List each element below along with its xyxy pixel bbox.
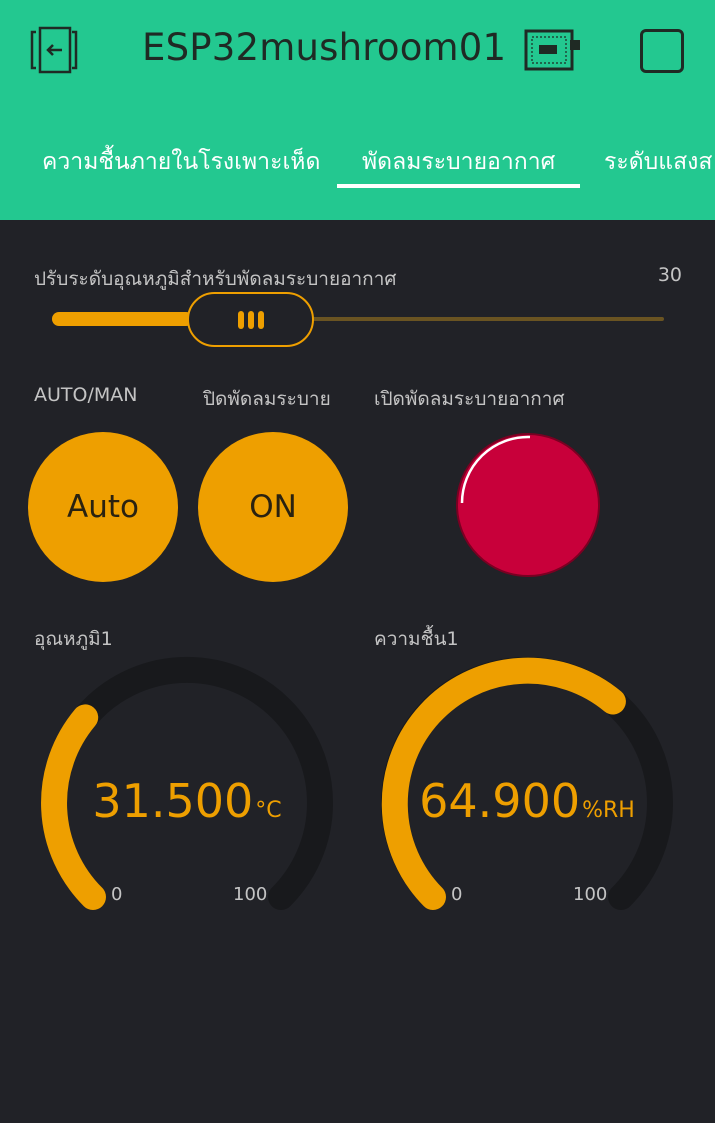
gauge-value: 31.500°C [92, 774, 282, 828]
gauge-value: 64.900%RH [419, 774, 635, 828]
humidity-gauge-label: ความชื้น1 [374, 628, 459, 650]
tab-ventilation-fan[interactable]: พัดลมระบายอากาศ [362, 144, 555, 180]
humidity-gauge: 64.900%RH 0 100 [377, 656, 677, 916]
gauge-min: 0 [111, 884, 123, 905]
temperature-gauge-label: อุณหภูมิ1 [34, 628, 113, 650]
led-label: เปิดพัดลมระบายอากาศ [374, 388, 565, 410]
temperature-slider[interactable] [52, 312, 664, 326]
square-icon[interactable] [640, 29, 684, 73]
active-tab-indicator [337, 184, 580, 188]
fan-off-button[interactable]: ON [198, 432, 348, 582]
fan-off-label: ปิดพัดลมระบาย [203, 388, 331, 410]
slider-value: 30 [657, 264, 682, 286]
auto-man-label: AUTO/MAN [34, 384, 138, 406]
exit-icon [30, 26, 78, 74]
auto-man-button[interactable]: Auto [28, 432, 178, 582]
slider-handle[interactable] [187, 292, 314, 347]
grip-icon [237, 310, 244, 329]
gauge-max: 100 [233, 884, 268, 905]
gauge-min: 0 [451, 884, 463, 905]
grip-icon [247, 310, 254, 329]
tab-humidity[interactable]: ความชื้นภายในโรงเพาะเห็ด [42, 144, 320, 180]
device-button[interactable] [522, 28, 582, 74]
tab-bar: ความชื้นภายในโรงเพาะเห็ด พัดลมระบายอากาศ… [0, 130, 715, 200]
slider-label: ปรับระดับอุณหภูมิสำหรับพัดลมระบายอากาศ [34, 268, 397, 290]
temperature-gauge: 31.500°C 0 100 [37, 656, 337, 916]
device-icon [524, 29, 580, 71]
slider-fill [52, 312, 193, 326]
grip-icon [257, 310, 264, 329]
exit-button[interactable] [28, 26, 80, 76]
fan-led [454, 431, 602, 579]
app-title: ESP32mushroom01 [142, 26, 507, 69]
gauge-max: 100 [573, 884, 608, 905]
app-header: ESP32mushroom01 ความชื้นภายในโรงเพาะเห็ด… [0, 0, 715, 220]
tab-light-level[interactable]: ระดับแสงส [604, 144, 712, 180]
